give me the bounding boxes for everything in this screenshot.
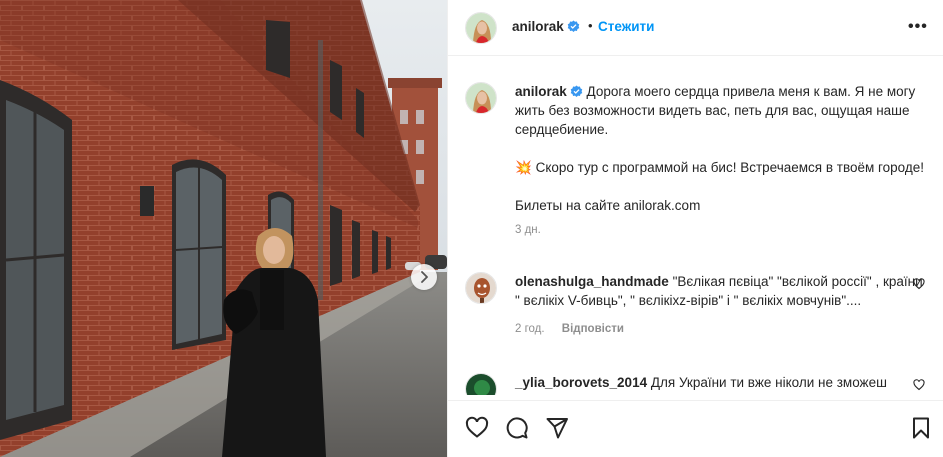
caption-avatar[interactable] [465, 82, 497, 114]
post-details-panel: anilorak • Стежити ••• anilorak Дорога м… [447, 0, 943, 457]
bookmark-icon[interactable] [910, 416, 932, 440]
comment-avatar[interactable] [465, 272, 497, 304]
post-actions-bar [448, 400, 943, 457]
caption-body: anilorak Дорога моего сердца привела мен… [515, 82, 925, 240]
follow-button[interactable]: Стежити [598, 19, 654, 34]
avatar-image [466, 83, 496, 113]
comment-avatar[interactable] [465, 373, 497, 395]
caption-meta: 3 дн. [515, 221, 925, 240]
comment-time[interactable]: 2 год. [515, 323, 545, 335]
author-avatar[interactable] [465, 12, 497, 44]
caption-text-2: Скоро тур с программой на бис! Встречаем… [535, 160, 925, 175]
verified-badge-icon [567, 20, 580, 32]
instagram-post-dialog: anilorak • Стежити ••• anilorak Дорога м… [0, 0, 943, 457]
author-username[interactable]: anilorak [512, 19, 580, 34]
comment-body: _ylia_borovets_2014 Для України ти вже н… [515, 373, 925, 395]
comment-meta: 2 год. Відповісти [515, 320, 925, 339]
avatar-image [466, 273, 496, 303]
comment-username[interactable]: olenashulga_handmade [515, 274, 669, 289]
comment-content: olenashulga_handmade "Вєлікая пєвіца" "в… [515, 272, 925, 310]
caption-time[interactable]: 3 дн. [515, 224, 541, 236]
header-separator: • [588, 18, 593, 33]
post-header: anilorak • Стежити ••• [448, 0, 943, 56]
more-options-button[interactable]: ••• [908, 18, 928, 36]
comment-like-heart-icon[interactable] [913, 278, 925, 290]
more-options-icon: ••• [908, 18, 928, 35]
avatar-image [466, 374, 496, 395]
comment-bubble-icon[interactable] [505, 416, 529, 440]
paper-plane-icon[interactable] [545, 416, 569, 440]
verified-badge-icon [570, 85, 583, 97]
avatar-image [466, 13, 496, 43]
comment-content: _ylia_borovets_2014 Для України ти вже н… [515, 373, 925, 395]
collision-emoji: 💥 [515, 160, 532, 175]
street-photo-image [0, 0, 447, 457]
post-photo[interactable] [0, 0, 447, 457]
next-photo-button[interactable] [411, 264, 437, 290]
reply-button[interactable]: Відповісти [562, 323, 624, 335]
caption-username[interactable]: anilorak [515, 84, 567, 99]
caption-text-3: Билеты на сайте anilorak.com [515, 198, 701, 213]
comments-list[interactable]: anilorak Дорога моего сердца привела мен… [448, 57, 943, 395]
comment-username[interactable]: _ylia_borovets_2014 [515, 375, 647, 390]
caption-paragraph-2: 💥 Скоро тур с программой на бис! Встреча… [515, 158, 925, 177]
comment-like-heart-icon[interactable] [913, 379, 925, 391]
chevron-right-icon [421, 271, 428, 283]
heart-icon[interactable] [465, 416, 489, 440]
caption-paragraph-1: anilorak Дорога моего сердца привела мен… [515, 82, 925, 139]
author-username-text[interactable]: anilorak [512, 19, 564, 34]
comment-body: olenashulga_handmade "Вєлікая пєвіца" "в… [515, 272, 925, 339]
